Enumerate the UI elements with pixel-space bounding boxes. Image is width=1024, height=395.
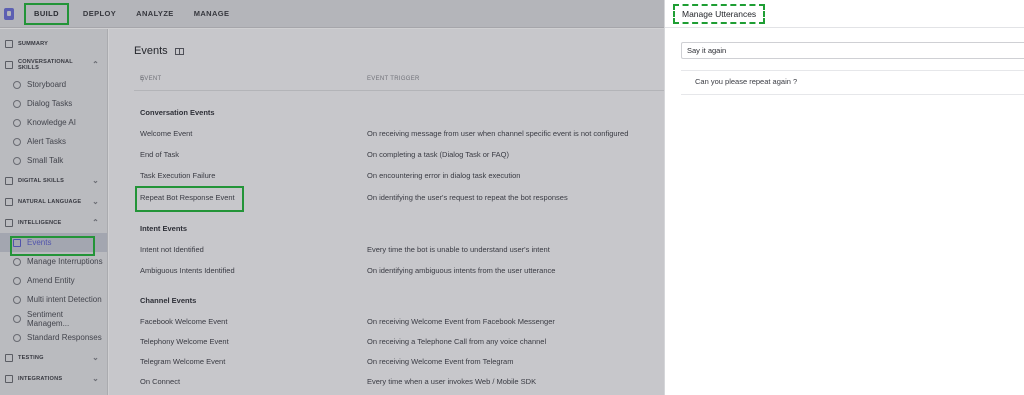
summary-icon — [5, 39, 13, 48]
utterance-input[interactable] — [681, 42, 1024, 59]
nav-manage[interactable]: MANAGE — [184, 0, 240, 28]
divider — [681, 70, 1024, 71]
knowledge-ai-icon — [13, 118, 21, 127]
nav-build[interactable]: BUILD — [24, 2, 69, 25]
sidebar-item-knowledge-ai[interactable]: Knowledge AI — [0, 113, 107, 132]
conversational-skills-icon — [5, 60, 13, 69]
column-header-event-trigger: EVENT TRIGGER — [367, 76, 420, 82]
alert-tasks-icon — [13, 137, 21, 146]
chevron-down-icon: ⌄ — [92, 374, 99, 383]
chevron-down-icon: ⌄ — [92, 176, 99, 185]
panel-title: Manage Utterances — [673, 4, 766, 24]
sidebar-item-multi-intent-detection[interactable]: Multi intent Detection — [0, 290, 107, 309]
column-header-event[interactable]: EVENT ⚲ — [140, 76, 161, 83]
sidebar-item-standard-responses[interactable]: Standard Responses — [0, 328, 107, 347]
amend-entity-icon — [13, 276, 21, 285]
top-nav: BUILD DEPLOY ANALYZE MANAGE — [20, 0, 239, 28]
testing-icon — [5, 353, 13, 362]
sentiment-icon — [13, 314, 21, 323]
events-main: Events EVENT ⚲ EVENT TRIGGER Conversatio… — [109, 29, 664, 395]
nav-deploy[interactable]: DEPLOY — [73, 0, 126, 28]
chevron-up-icon: ⌃ — [92, 60, 99, 69]
divider — [681, 94, 1024, 95]
sidebar-section-digital-skills[interactable]: DIGITAL SKILLS ⌄ — [0, 170, 107, 191]
sidebar-item-manage-interruptions[interactable]: Manage Interruptions — [0, 252, 107, 271]
app-logo-icon[interactable] — [4, 7, 14, 20]
chevron-down-icon: ⌄ — [92, 197, 99, 206]
book-icon[interactable] — [174, 47, 184, 55]
manage-interruptions-icon — [13, 257, 21, 266]
sidebar-section-summary[interactable]: SUMMARY — [0, 33, 107, 54]
manage-utterances-panel: Manage Utterances Can you please repeat … — [664, 0, 1024, 395]
digital-skills-icon — [5, 176, 13, 185]
sidebar-item-amend-entity[interactable]: Amend Entity — [0, 271, 107, 290]
divider — [134, 90, 664, 91]
sidebar-section-conversational-skills[interactable]: CONVERSATIONAL SKILLS ⌃ — [0, 54, 107, 75]
sidebar-item-sentiment-management[interactable]: Sentiment Managem... — [0, 309, 107, 328]
sidebar-item-small-talk[interactable]: Small Talk — [0, 151, 107, 170]
events-icon — [13, 238, 21, 247]
sidebar-section-natural-language[interactable]: NATURAL LANGUAGE ⌄ — [0, 191, 107, 212]
standard-responses-icon — [13, 333, 21, 342]
chevron-up-icon: ⌃ — [92, 218, 99, 227]
sidebar-item-storyboard[interactable]: Storyboard — [0, 75, 107, 94]
natural-language-icon — [5, 197, 13, 206]
sidebar-item-alert-tasks[interactable]: Alert Tasks — [0, 132, 107, 151]
sidebar-section-testing[interactable]: TESTING ⌄ — [0, 347, 107, 368]
panel-header: Manage Utterances — [665, 0, 1024, 28]
integrations-icon — [5, 374, 13, 383]
nav-analyze[interactable]: ANALYZE — [126, 0, 184, 28]
sidebar-section-integrations[interactable]: INTEGRATIONS ⌄ — [0, 368, 107, 389]
sidebar-item-dialog-tasks[interactable]: Dialog Tasks — [0, 94, 107, 113]
intelligence-icon — [5, 218, 13, 227]
dialog-tasks-icon — [13, 99, 21, 108]
top-nav-bar: BUILD DEPLOY ANALYZE MANAGE — [0, 0, 664, 28]
sidebar-item-events[interactable]: Events — [0, 233, 107, 252]
sidebar: SUMMARY CONVERSATIONAL SKILLS ⌃ Storyboa… — [0, 29, 108, 395]
group-title: Intent Events — [140, 224, 188, 233]
chevron-down-icon: ⌄ — [92, 353, 99, 362]
small-talk-icon — [13, 156, 21, 165]
page-title: Events — [134, 45, 184, 57]
storyboard-icon — [13, 80, 21, 89]
utterance-item[interactable]: Can you please repeat again ? — [695, 77, 797, 86]
group-title: Channel Events — [140, 296, 197, 305]
group-title: Conversation Events — [140, 108, 215, 117]
sidebar-section-intelligence[interactable]: INTELLIGENCE ⌃ — [0, 212, 107, 233]
multi-intent-icon — [13, 295, 21, 304]
